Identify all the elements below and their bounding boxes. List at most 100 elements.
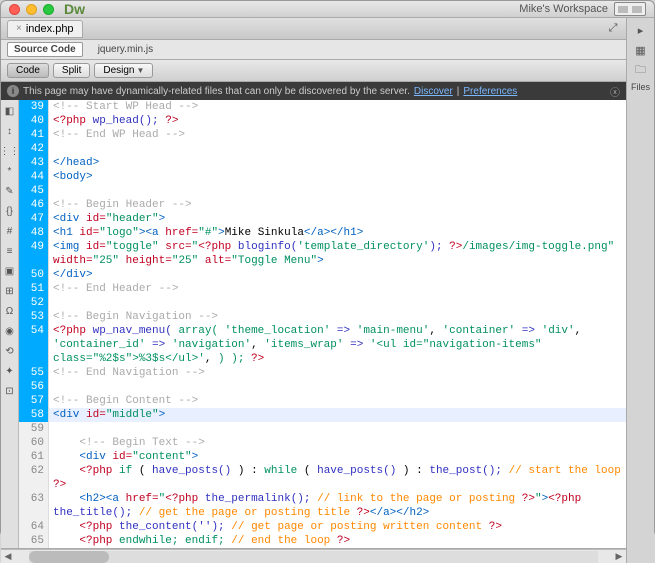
line-number: 39 <box>19 100 48 114</box>
code-line[interactable]: <div id="middle"> <box>49 408 626 422</box>
line-number <box>19 478 48 492</box>
code-line[interactable]: <h1 id="logo"><a href="#">Mike Sinkula</… <box>49 226 626 240</box>
code-line[interactable]: <?php if ( have_posts() ) : while ( have… <box>49 464 626 478</box>
scroll-right-arrow[interactable]: ▶ <box>612 551 626 562</box>
split-view-button[interactable]: Split <box>53 63 90 78</box>
tool-icon[interactable]: ◧ <box>3 104 17 118</box>
code-line[interactable]: <!-- Begin Header --> <box>49 198 626 212</box>
code-view-button[interactable]: Code <box>7 63 49 78</box>
related-file-tab[interactable]: jquery.min.js <box>91 42 160 57</box>
line-number: 62 <box>19 464 48 478</box>
scroll-thumb[interactable] <box>29 551 109 563</box>
tool-icon[interactable]: ↕ <box>3 124 17 138</box>
code-line[interactable]: <!-- End Header --> <box>49 282 626 296</box>
code-line[interactable]: <img id="toggle" src="<?php bloginfo('te… <box>49 240 626 254</box>
code-line[interactable]: width="25" height="25" alt="Toggle Menu"… <box>49 254 626 268</box>
line-number: 54 <box>19 324 48 338</box>
window-controls <box>9 4 54 15</box>
code-line[interactable] <box>49 142 626 156</box>
scroll-left-arrow[interactable]: ◀ <box>1 551 15 562</box>
line-number: 41 <box>19 128 48 142</box>
tool-icon[interactable]: ⊡ <box>3 384 17 398</box>
zoom-window-button[interactable] <box>43 4 54 15</box>
right-panel: ▸ ▦ 🗀 Files <box>626 18 654 563</box>
tool-icon[interactable]: ⋮⋮ <box>3 144 17 158</box>
code-line[interactable]: <!-- End Navigation --> <box>49 366 626 380</box>
code-line[interactable]: <?php endwhile; endif; // end the loop ?… <box>49 534 626 548</box>
tool-icon[interactable]: ≡ <box>3 244 17 258</box>
dynamic-files-info-bar: i This page may have dynamically-related… <box>1 82 626 100</box>
code-line[interactable] <box>49 184 626 198</box>
code-line[interactable]: <!-- Start WP Head --> <box>49 100 626 114</box>
code-line[interactable]: </head> <box>49 156 626 170</box>
code-toolbar: ◧ ↕ ⋮⋮ * ✎ {} # ≡ ▣ ⊞ Ω ◉ ⟲ ✦ ⊡ <box>1 100 19 548</box>
layout-icon[interactable] <box>614 2 646 16</box>
line-number <box>19 506 48 520</box>
discover-link[interactable]: Discover <box>414 86 453 97</box>
design-view-button[interactable]: Design▼ <box>94 63 153 78</box>
line-number: 47 <box>19 212 48 226</box>
line-number: 58 <box>19 408 48 422</box>
preferences-link[interactable]: Preferences <box>463 86 517 97</box>
code-line[interactable]: <!-- Begin Text --> <box>49 436 626 450</box>
code-line[interactable]: ?> <box>49 478 626 492</box>
close-window-button[interactable] <box>9 4 20 15</box>
tool-icon[interactable]: ◉ <box>3 324 17 338</box>
code-line[interactable]: <!-- Begin Content --> <box>49 394 626 408</box>
tool-icon[interactable]: ✎ <box>3 184 17 198</box>
files-panel-label[interactable]: Files <box>631 82 650 92</box>
line-number: 55 <box>19 366 48 380</box>
code-line[interactable] <box>49 422 626 436</box>
tool-icon[interactable]: * <box>3 164 17 178</box>
line-number: 45 <box>19 184 48 198</box>
line-number: 59 <box>19 422 48 436</box>
code-line[interactable]: 'container_id' => 'navigation', 'items_w… <box>49 338 626 352</box>
code-line[interactable]: the_title(); // get the page or posting … <box>49 506 626 520</box>
expand-icon[interactable]: ⤢ <box>606 22 620 36</box>
workspace-menu[interactable]: Mike's Workspace <box>519 3 608 15</box>
code-line[interactable]: <?php the_content(''); // get page or po… <box>49 520 626 534</box>
code-line[interactable]: <?php wp_nav_menu( array( 'theme_locatio… <box>49 324 626 338</box>
tool-icon[interactable]: ▣ <box>3 264 17 278</box>
line-number: 65 <box>19 534 48 548</box>
line-number <box>19 338 48 352</box>
tool-icon[interactable]: # <box>3 224 17 238</box>
code-line[interactable] <box>49 380 626 394</box>
tool-icon[interactable]: {} <box>3 204 17 218</box>
code-line[interactable]: <body> <box>49 170 626 184</box>
info-icon: i <box>7 85 19 97</box>
scroll-track[interactable] <box>29 551 598 563</box>
code-content[interactable]: <!-- Start WP Head --><?php wp_head(); ?… <box>49 100 626 548</box>
tool-icon[interactable]: Ω <box>3 304 17 318</box>
panel-toggle-icon[interactable]: ▸ <box>633 22 649 38</box>
tool-icon[interactable]: ✦ <box>3 364 17 378</box>
code-line[interactable]: <!-- End WP Head --> <box>49 128 626 142</box>
info-bar-text: This page may have dynamically-related f… <box>23 86 410 97</box>
code-line[interactable]: </div> <box>49 268 626 282</box>
horizontal-scrollbar[interactable]: ◀ ▶ <box>1 549 626 563</box>
files-panel-icon[interactable]: 🗀 <box>633 62 649 78</box>
line-number <box>19 254 48 268</box>
code-line[interactable]: <h2><a href="<?php the_permalink(); // l… <box>49 492 626 506</box>
line-number: 48 <box>19 226 48 240</box>
minimize-window-button[interactable] <box>26 4 37 15</box>
tool-icon[interactable]: ⊞ <box>3 284 17 298</box>
code-line[interactable]: <div id="content"> <box>49 450 626 464</box>
source-code-tab[interactable]: Source Code <box>7 42 83 57</box>
code-editor[interactable]: 3940414243444546474849505152535455565758… <box>19 100 626 548</box>
code-line[interactable]: class="%2$s">%3$s</ul>', ) ); ?> <box>49 352 626 366</box>
line-number: 52 <box>19 296 48 310</box>
tool-icon[interactable]: ⟲ <box>3 344 17 358</box>
file-tab-index[interactable]: × index.php <box>7 20 83 38</box>
workspace-label: Mike's Workspace <box>519 3 608 15</box>
code-line[interactable]: <!-- Begin Navigation --> <box>49 310 626 324</box>
insert-panel-icon[interactable]: ▦ <box>633 42 649 58</box>
close-tab-icon[interactable]: × <box>16 23 22 34</box>
line-number: 40 <box>19 114 48 128</box>
info-close-icon[interactable]: ⓧ <box>610 84 620 99</box>
code-line[interactable]: <?php wp_head(); ?> <box>49 114 626 128</box>
code-line[interactable] <box>49 296 626 310</box>
line-number: 44 <box>19 170 48 184</box>
main-area: × index.php ⤢ Source Code jquery.min.js … <box>1 18 654 563</box>
code-line[interactable]: <div id="header"> <box>49 212 626 226</box>
